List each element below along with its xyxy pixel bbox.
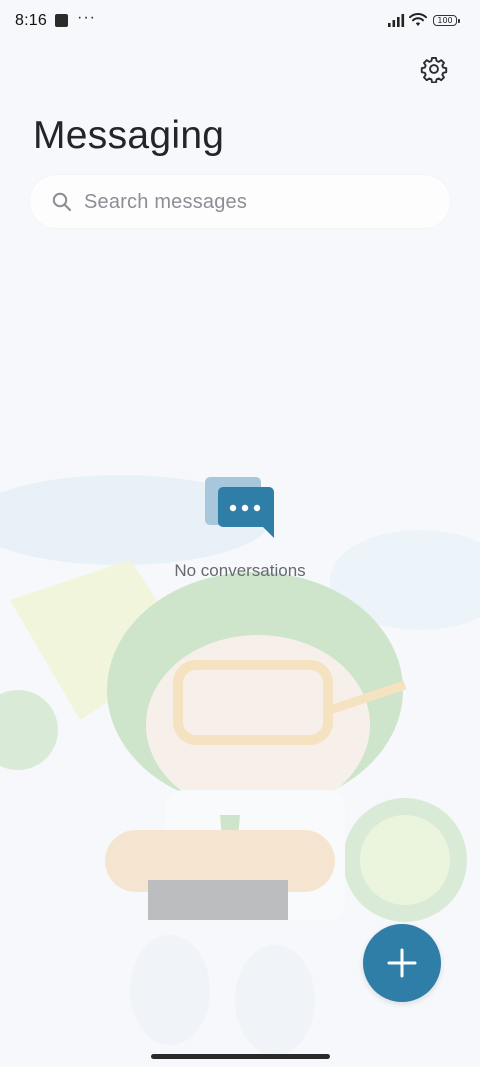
gear-icon bbox=[420, 56, 448, 83]
more-notifications-icon: ··· bbox=[77, 9, 96, 26]
page-title: Messaging bbox=[33, 114, 225, 157]
settings-button[interactable] bbox=[416, 51, 452, 87]
search-placeholder: Search messages bbox=[84, 191, 248, 213]
plus-icon bbox=[387, 948, 417, 978]
status-bar: 8:16 ··· 100 bbox=[0, 0, 480, 44]
new-conversation-button[interactable] bbox=[363, 924, 441, 1002]
signal-icon bbox=[388, 14, 405, 27]
chat-bubbles-icon bbox=[205, 477, 274, 538]
search-input[interactable]: Search messages bbox=[30, 175, 450, 228]
notification-app-icon bbox=[55, 14, 68, 27]
home-indicator[interactable] bbox=[151, 1054, 330, 1059]
wifi-icon bbox=[409, 13, 427, 26]
empty-state-text: No conversations bbox=[174, 561, 306, 580]
status-time: 8:16 bbox=[15, 12, 47, 29]
battery-indicator: 100 bbox=[433, 15, 460, 26]
search-icon bbox=[52, 192, 72, 212]
